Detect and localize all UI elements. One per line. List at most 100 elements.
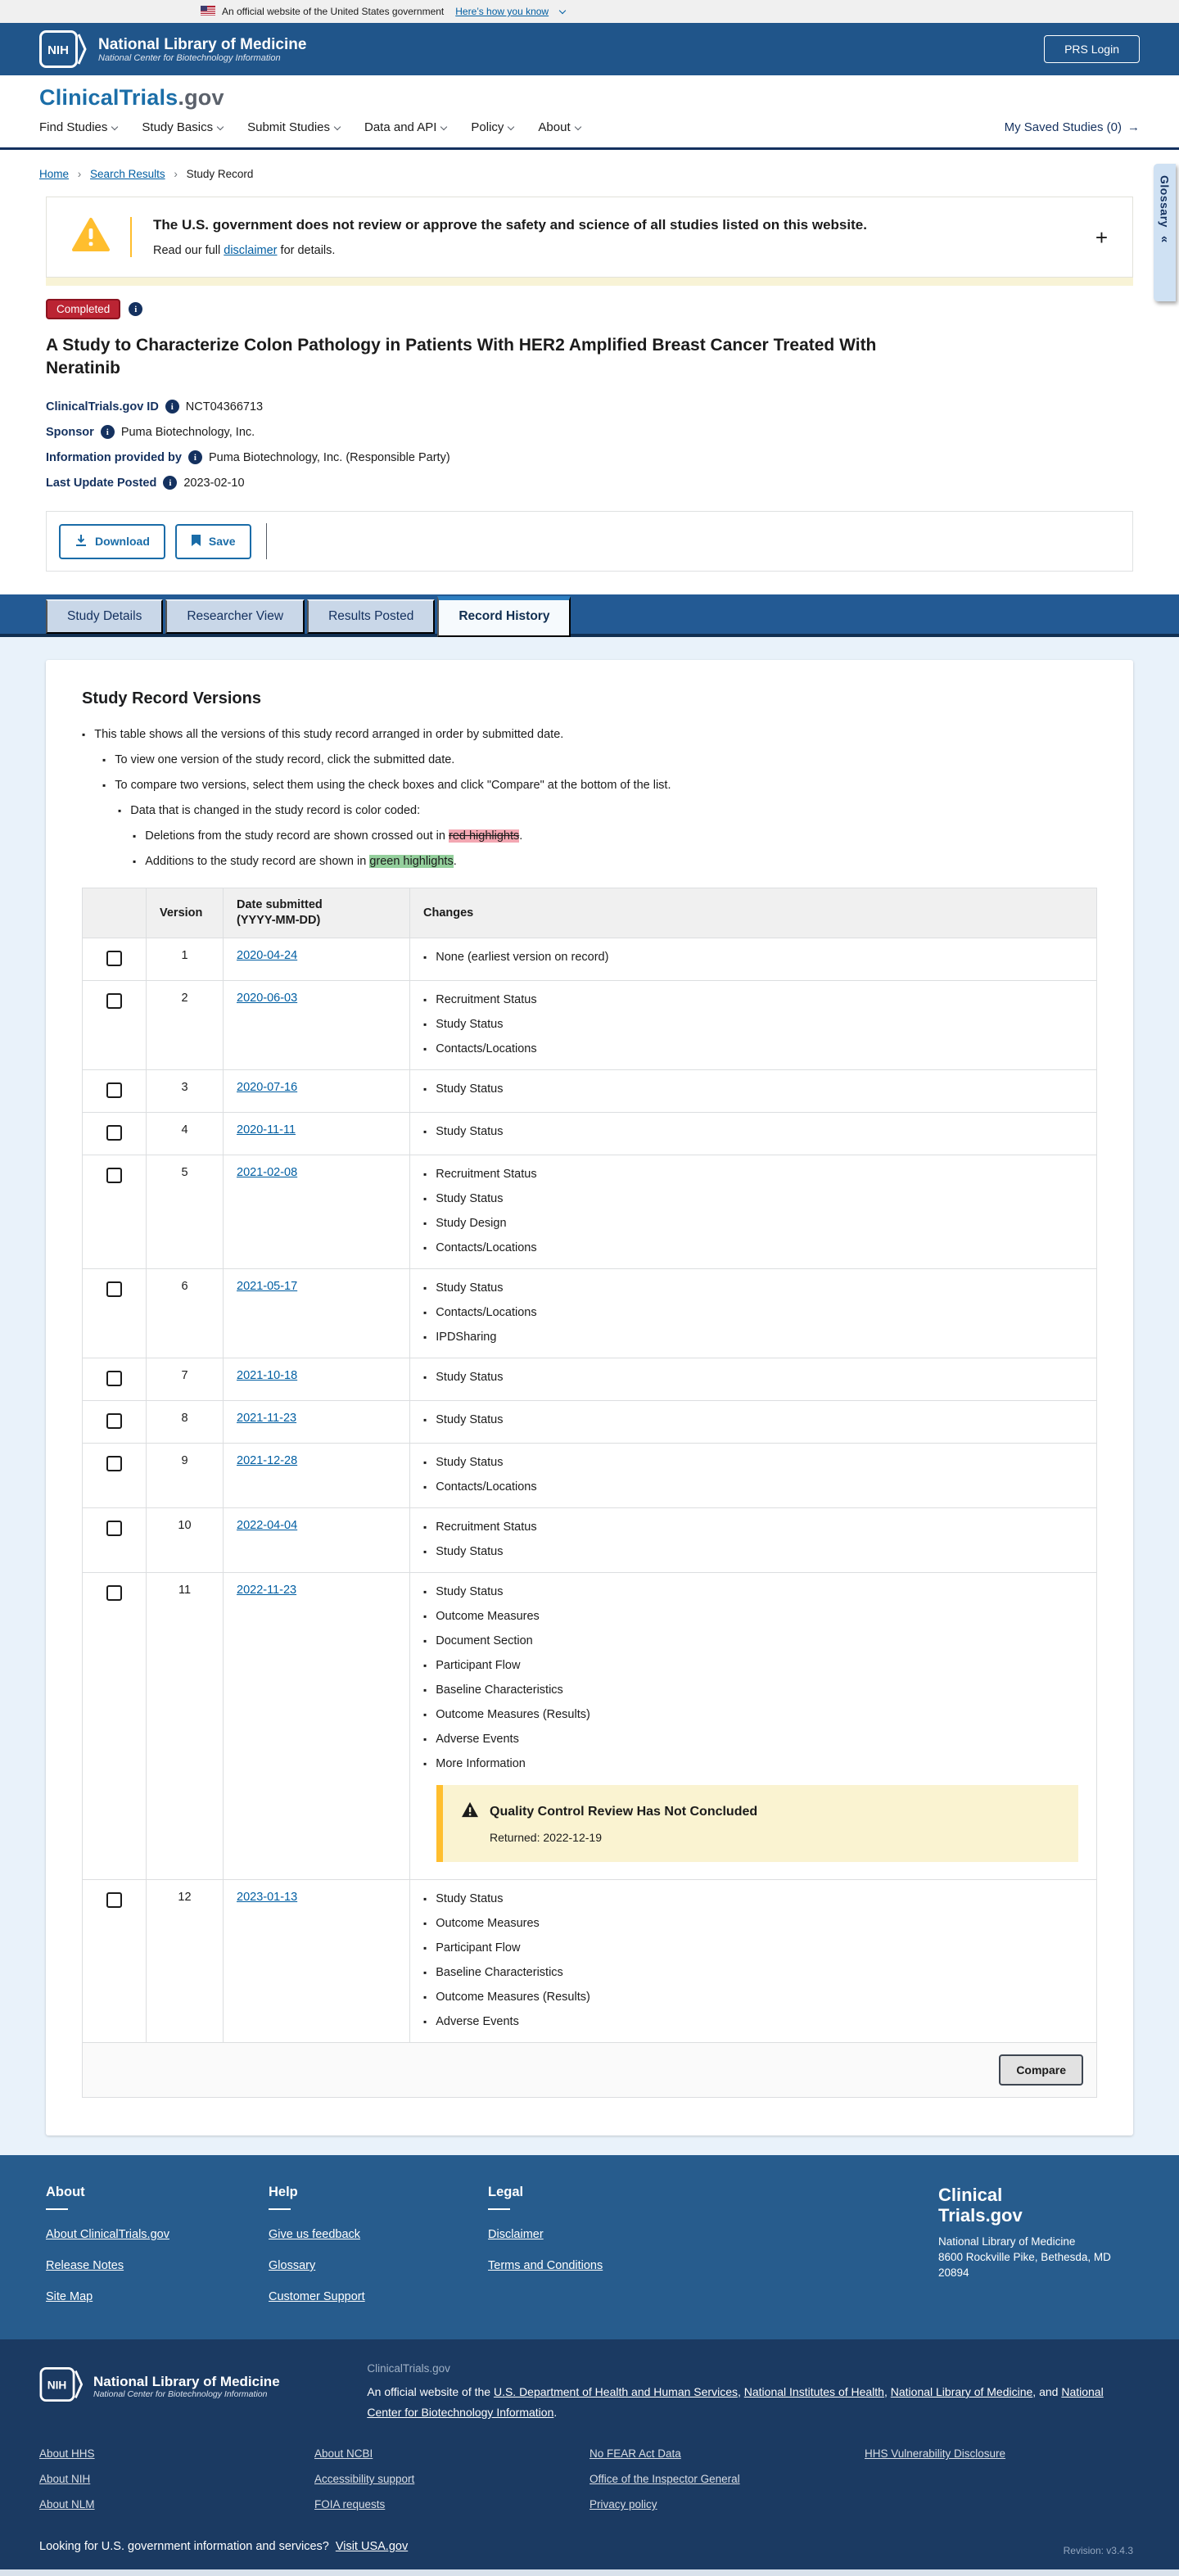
date-cell: 2023-01-13 [223, 1879, 410, 2043]
agency-link-hhs-vulnerability-disclosure[interactable]: HHS Vulnerability Disclosure [865, 2447, 1140, 2460]
date-cell: 2020-07-16 [223, 1069, 410, 1113]
agency-link-privacy-policy[interactable]: Privacy policy [590, 2498, 865, 2510]
date-link[interactable]: 2022-04-04 [237, 1519, 297, 1532]
date-link[interactable]: 2021-12-28 [237, 1454, 297, 1467]
agency-link-about-hhs[interactable]: About HHS [39, 2447, 314, 2460]
footer-link-disclaimer[interactable]: Disclaimer [488, 2228, 725, 2241]
footer-link-site-map[interactable]: Site Map [46, 2290, 269, 2303]
red-highlight-sample: red highlights [449, 829, 520, 843]
footer-link-customer-support[interactable]: Customer Support [269, 2290, 488, 2303]
change-item: ▪ Study Status [423, 1123, 1083, 1140]
date-link[interactable]: 2021-05-17 [237, 1280, 297, 1293]
bullet-icon: ▪ [423, 1586, 427, 1598]
intro-bullet: ▪ Additions to the study record are shown… [133, 855, 457, 868]
agency-link-about-ncbi[interactable]: About NCBI [314, 2447, 590, 2460]
date-cell: 2022-04-04 [223, 1507, 410, 1573]
change-item: ▪ Outcome Measures (Results) [423, 1706, 1083, 1723]
version-checkbox[interactable] [106, 1456, 122, 1471]
version-checkbox[interactable] [106, 1082, 122, 1098]
date-link[interactable]: 2021-02-08 [237, 1166, 297, 1179]
agency-link-accessibility-support[interactable]: Accessibility support [314, 2473, 590, 2485]
footer-address: National Library of Medicine 8600 Rockvil… [938, 2234, 1133, 2280]
date-link[interactable]: 2020-07-16 [237, 1081, 297, 1094]
footer-link-terms-and-conditions[interactable]: Terms and Conditions [488, 2259, 725, 2272]
version-checkbox[interactable] [106, 1168, 122, 1183]
version-checkbox[interactable] [106, 1371, 122, 1386]
heading-underline [46, 2208, 68, 2210]
my-saved-studies-link[interactable]: My Saved Studies (0) → [1005, 120, 1140, 134]
change-item: ▪ Outcome Measures (Results) [423, 1989, 1083, 2005]
compare-button[interactable]: Compare [999, 2054, 1083, 2086]
agency-link-office-of-the-inspector-general[interactable]: Office of the Inspector General [590, 2473, 865, 2485]
expand-plus-icon[interactable]: + [1095, 227, 1108, 248]
date-link[interactable]: 2022-11-23 [237, 1584, 296, 1597]
date-link[interactable]: 2023-01-13 [237, 1891, 297, 1904]
agency-link-about-nlm[interactable]: About NLM [39, 2498, 314, 2510]
date-link[interactable]: 2021-10-18 [237, 1369, 297, 1382]
agency-link-foia-requests[interactable]: FOIA requests [314, 2498, 590, 2510]
intro-bullet: ▪ To compare two versions, select them us… [102, 779, 671, 792]
agency-link-no-fear-act-data[interactable]: No FEAR Act Data [590, 2447, 865, 2460]
nav-item-submit-studies[interactable]: Submit Studies [247, 120, 341, 134]
nav-item-find-studies[interactable]: Find Studies [39, 120, 119, 134]
breadcrumb-home[interactable]: Home [39, 168, 69, 180]
download-button[interactable]: Download [59, 523, 165, 559]
info-icon[interactable]: i [163, 476, 178, 490]
change-label: Study Status [436, 1125, 504, 1138]
date-cell: 2021-12-28 [223, 1443, 410, 1508]
date-link[interactable]: 2021-11-23 [237, 1412, 296, 1425]
footer-official-text: An official website of the U.S. Departme… [367, 2385, 1104, 2419]
version-checkbox[interactable] [106, 951, 122, 966]
agency-link-about-nih[interactable]: About NIH [39, 2473, 314, 2485]
nav-item-about[interactable]: About [538, 120, 581, 134]
how-you-know-link[interactable]: Here’s how you know [455, 6, 549, 17]
version-checkbox[interactable] [106, 993, 122, 1009]
official-link-national-library-of-medicine[interactable]: National Library of Medicine [891, 2385, 1033, 2398]
clinicaltrials-logo[interactable]: ClinicalTrials.gov [39, 85, 1140, 111]
official-link-u-s-department-of-health-and-human-services[interactable]: U.S. Department of Health and Human Serv… [494, 2385, 738, 2398]
table-header: Version Date submitted (YYYY-MM-DD) Chan… [82, 888, 1097, 938]
checkbox-cell [82, 1572, 147, 1880]
version-checkbox[interactable] [106, 1413, 122, 1429]
footer-link-about-clinicaltrials-gov[interactable]: About ClinicalTrials.gov [46, 2228, 269, 2241]
version-checkbox[interactable] [106, 1892, 122, 1908]
meta-value: NCT04366713 [185, 400, 264, 414]
nav-item-data-and-api[interactable]: Data and API [364, 120, 448, 134]
bullet-icon: ▪ [423, 1660, 427, 1671]
save-button[interactable]: Save [174, 523, 251, 559]
date-link[interactable]: 2020-04-24 [237, 949, 297, 962]
disclaimer-link[interactable]: disclaimer [224, 244, 277, 257]
nav-item-policy[interactable]: Policy [471, 120, 515, 134]
info-icon[interactable]: i [129, 302, 143, 316]
header-version: Version [146, 888, 224, 938]
info-icon[interactable]: i [100, 425, 115, 439]
visit-usagov-link[interactable]: Visit USA.gov [336, 2540, 408, 2553]
prs-login-button[interactable]: PRS Login [1044, 35, 1140, 63]
breadcrumb-search-results[interactable]: Search Results [90, 168, 165, 180]
tab-researcher-view[interactable]: Researcher View [165, 599, 305, 634]
version-checkbox[interactable] [106, 1521, 122, 1536]
nav-item-study-basics[interactable]: Study Basics [142, 120, 224, 134]
bullet-icon: ▪ [102, 780, 106, 791]
bullet-icon: ▪ [423, 1282, 427, 1294]
version-checkbox[interactable] [106, 1125, 122, 1141]
tab-results-posted[interactable]: Results Posted [307, 599, 436, 634]
glossary-side-tab[interactable]: Glossary « [1154, 164, 1176, 301]
bullet-icon: ▪ [133, 856, 137, 867]
tab-study-details[interactable]: Study Details [46, 599, 164, 634]
footer-link-give-us-feedback[interactable]: Give us feedback [269, 2228, 488, 2241]
date-link[interactable]: 2020-06-03 [237, 992, 297, 1005]
changes-cell: ▪ Study Status [409, 1358, 1097, 1401]
info-icon[interactable]: i [165, 400, 179, 414]
date-link[interactable]: 2020-11-11 [237, 1123, 296, 1137]
date-cell: 2021-02-08 [223, 1155, 410, 1269]
info-icon[interactable]: i [187, 450, 202, 464]
footer-link-glossary[interactable]: Glossary [269, 2259, 488, 2272]
tab-record-history[interactable]: Record History [437, 596, 571, 637]
version-checkbox[interactable] [106, 1281, 122, 1297]
footer-link-release-notes[interactable]: Release Notes [46, 2259, 269, 2272]
version-cell: 10 [146, 1507, 224, 1573]
version-checkbox[interactable] [106, 1585, 122, 1601]
heading-underline [269, 2208, 291, 2210]
official-link-national-institutes-of-health[interactable]: National Institutes of Health [744, 2385, 884, 2398]
